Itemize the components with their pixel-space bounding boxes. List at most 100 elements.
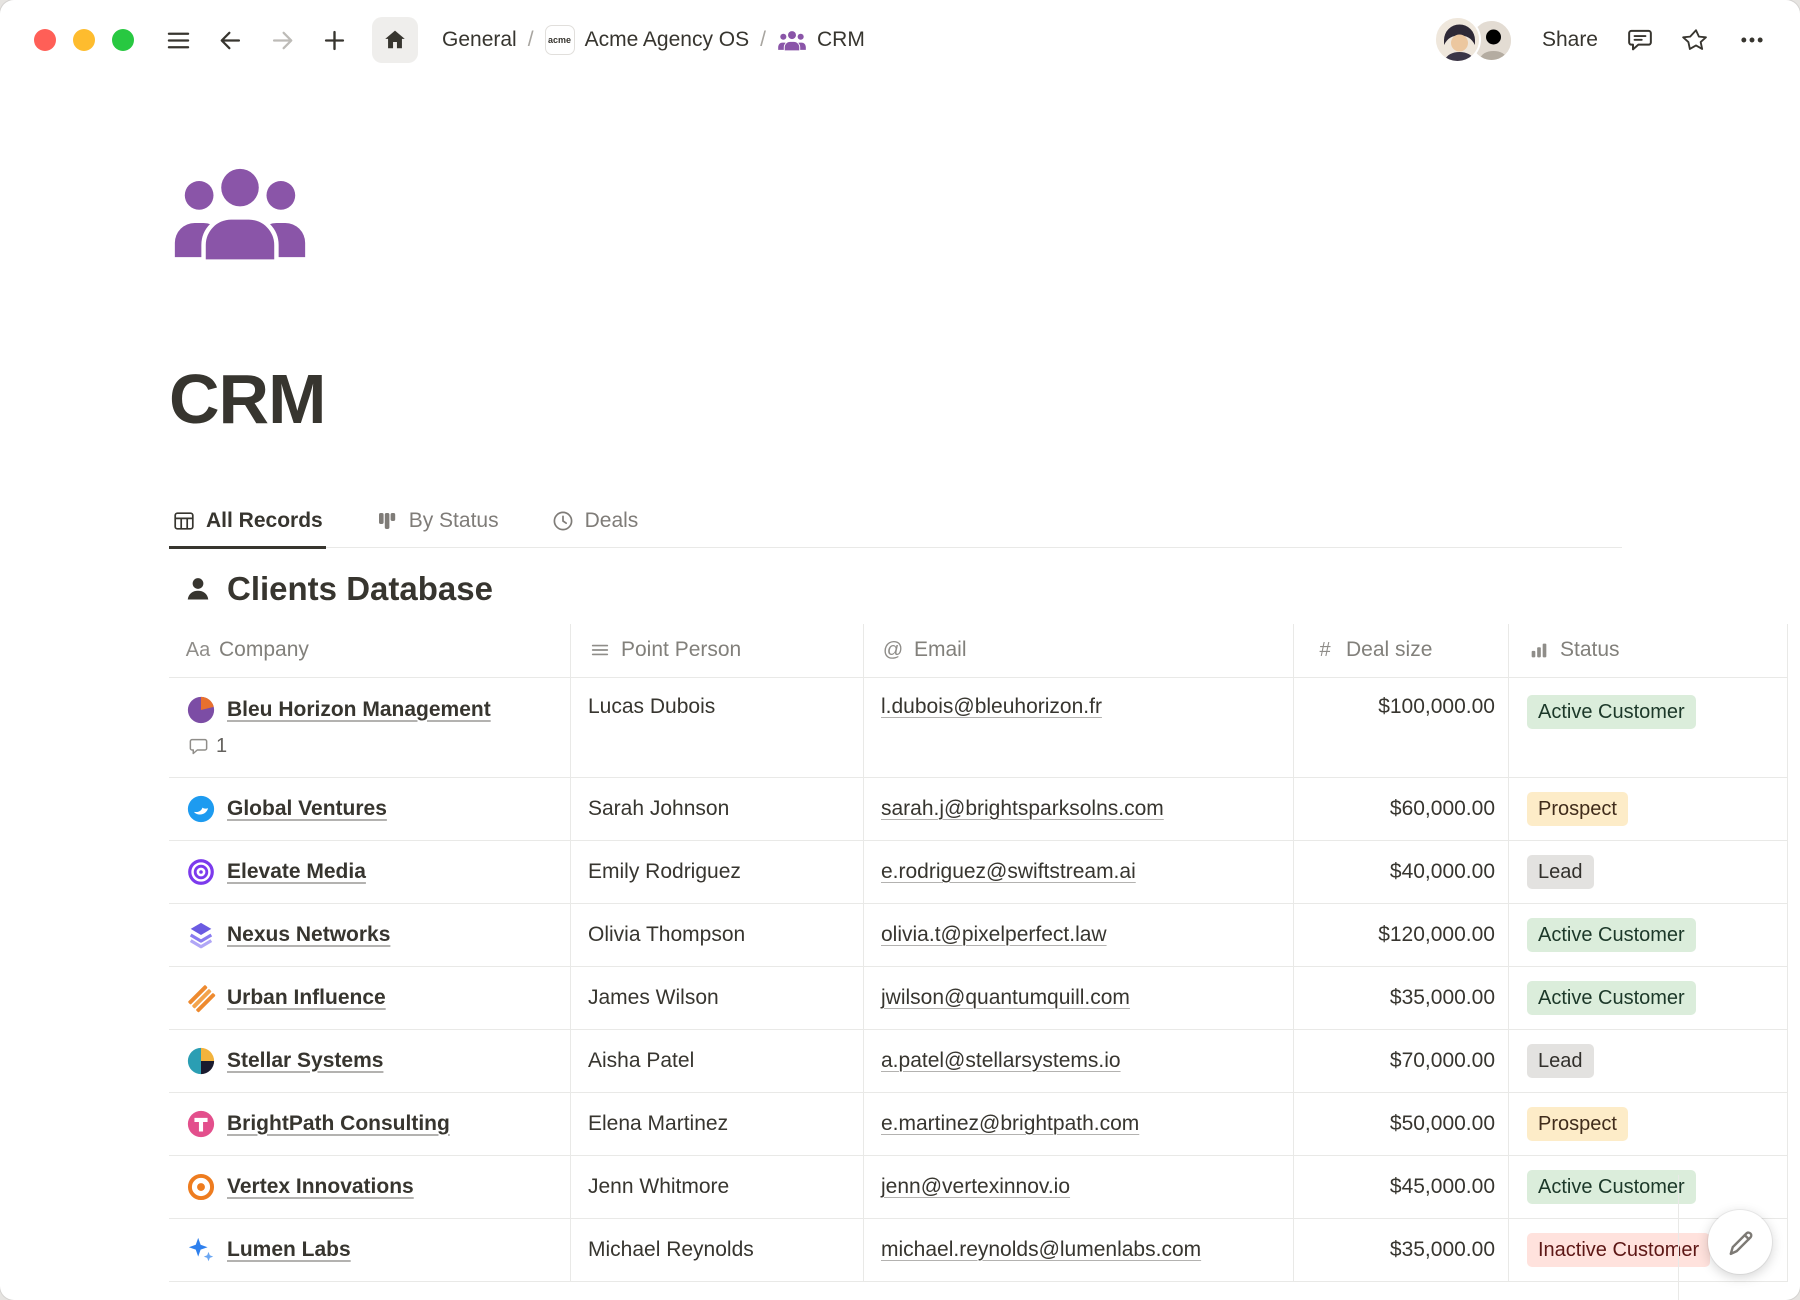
tab-all-records[interactable]: All Records [169,499,326,549]
point-person-cell[interactable]: James Wilson [571,967,864,1029]
email-link[interactable]: a.patel@stellarsystems.io [881,1049,1121,1073]
crm-page-icon-large[interactable] [169,160,311,266]
page-title[interactable]: CRM [169,363,1800,437]
email-cell[interactable]: jwilson@quantumquill.com [864,967,1294,1029]
company-cell[interactable]: Bleu Horizon Management 1 [169,678,571,777]
tab-by-status[interactable]: By Status [372,499,502,547]
point-person-cell[interactable]: Aisha Patel [571,1030,864,1092]
header-point-person[interactable]: Point Person [571,624,864,677]
email-link[interactable]: sarah.j@brightsparksolns.com [881,797,1164,821]
status-badge[interactable]: Lead [1527,855,1594,889]
favorite-star-icon[interactable] [1682,26,1710,54]
email-link[interactable]: olivia.t@pixelperfect.law [881,923,1107,947]
company-link[interactable]: BrightPath Consulting [227,1112,450,1136]
ai-assistant-button[interactable] [1708,1210,1772,1274]
deal-size-cell[interactable]: $40,000.00 [1294,841,1509,903]
breadcrumb-general[interactable]: General [442,28,517,52]
status-badge[interactable]: Active Customer [1527,981,1696,1015]
point-person-cell[interactable]: Michael Reynolds [571,1219,864,1281]
tab-deals[interactable]: Deals [548,499,642,547]
email-cell[interactable]: e.martinez@brightpath.com [864,1093,1294,1155]
email-cell[interactable]: a.patel@stellarsystems.io [864,1030,1294,1092]
email-link[interactable]: e.martinez@brightpath.com [881,1112,1139,1136]
email-cell[interactable]: e.rodriguez@swiftstream.ai [864,841,1294,903]
company-link[interactable]: Lumen Labs [227,1238,351,1262]
deal-size-cell[interactable]: $60,000.00 [1294,778,1509,840]
point-person-cell[interactable]: Olivia Thompson [571,904,864,966]
point-person-cell[interactable]: Sarah Johnson [571,778,864,840]
avatar[interactable] [1434,16,1481,63]
status-cell[interactable]: Active Customer [1509,1156,1788,1218]
status-cell[interactable]: Active Customer [1509,967,1788,1029]
header-status[interactable]: Status [1509,624,1788,677]
email-cell[interactable]: sarah.j@brightsparksolns.com [864,778,1294,840]
company-cell[interactable]: Elevate Media [169,841,571,903]
status-cell[interactable]: Active Customer [1509,678,1788,777]
status-badge[interactable]: Prospect [1527,1107,1628,1141]
close-button[interactable] [34,29,56,51]
back-icon[interactable] [216,26,244,54]
status-badge[interactable]: Lead [1527,1044,1594,1078]
share-button[interactable]: Share [1542,28,1598,52]
company-link[interactable]: Stellar Systems [227,1049,383,1073]
status-cell[interactable]: Prospect [1509,778,1788,840]
sidebar-toggle-icon[interactable] [164,26,192,54]
breadcrumb-workspace[interactable]: acme Acme Agency OS [545,25,750,55]
point-person-cell[interactable]: Jenn Whitmore [571,1156,864,1218]
company-cell[interactable]: Global Ventures [169,778,571,840]
status-badge[interactable]: Active Customer [1527,1170,1696,1204]
deal-size-cell[interactable]: $70,000.00 [1294,1030,1509,1092]
point-person-cell[interactable]: Emily Rodriguez [571,841,864,903]
deal-size-cell[interactable]: $120,000.00 [1294,904,1509,966]
company-cell[interactable]: Nexus Networks [169,904,571,966]
company-link[interactable]: Bleu Horizon Management [227,698,491,722]
email-cell[interactable]: jenn@vertexinnov.io [864,1156,1294,1218]
deal-size-cell[interactable]: $50,000.00 [1294,1093,1509,1155]
status-badge[interactable]: Active Customer [1527,695,1696,729]
header-email[interactable]: @ Email [864,624,1294,677]
email-cell[interactable]: olivia.t@pixelperfect.law [864,904,1294,966]
company-cell[interactable]: Vertex Innovations [169,1156,571,1218]
company-cell[interactable]: Stellar Systems [169,1030,571,1092]
point-person-cell[interactable]: Lucas Dubois [571,678,864,777]
company-link[interactable]: Global Ventures [227,797,387,821]
status-cell[interactable]: Prospect [1509,1093,1788,1155]
email-cell[interactable]: l.dubois@bleuhorizon.fr [864,678,1294,777]
company-link[interactable]: Nexus Networks [227,923,390,947]
point-person-cell[interactable]: Elena Martinez [571,1093,864,1155]
minimize-button[interactable] [73,29,95,51]
new-tab-icon[interactable] [320,26,348,54]
header-company[interactable]: Aa Company [169,624,571,677]
more-options-icon[interactable] [1738,26,1766,54]
company-cell[interactable]: Lumen Labs [169,1219,571,1281]
status-cell[interactable]: Active Customer [1509,904,1788,966]
company-link[interactable]: Urban Influence [227,986,386,1010]
home-button[interactable] [372,17,418,63]
deal-size-cell[interactable]: $100,000.00 [1294,678,1509,777]
email-link[interactable]: e.rodriguez@swiftstream.ai [881,860,1136,884]
forward-icon[interactable] [268,26,296,54]
email-link[interactable]: jwilson@quantumquill.com [881,986,1130,1010]
comments-icon[interactable] [1626,26,1654,54]
breadcrumb-crm[interactable]: CRM [777,28,865,52]
email-link[interactable]: l.dubois@bleuhorizon.fr [881,695,1102,719]
status-cell[interactable]: Lead [1509,841,1788,903]
email-cell[interactable]: michael.reynolds@lumenlabs.com [864,1219,1294,1281]
database-title[interactable]: Clients Database [183,570,1800,608]
comment-count[interactable]: 1 [188,735,491,758]
company-cell[interactable]: Urban Influence [169,967,571,1029]
status-badge[interactable]: Inactive Customer [1527,1233,1710,1267]
header-deal-size[interactable]: # Deal size [1294,624,1509,677]
status-badge[interactable]: Active Customer [1527,918,1696,952]
deal-size-cell[interactable]: $35,000.00 [1294,1219,1509,1281]
status-badge[interactable]: Prospect [1527,792,1628,826]
email-link[interactable]: michael.reynolds@lumenlabs.com [881,1238,1201,1262]
company-cell[interactable]: BrightPath Consulting [169,1093,571,1155]
email-link[interactable]: jenn@vertexinnov.io [881,1175,1070,1199]
company-link[interactable]: Vertex Innovations [227,1175,414,1199]
status-cell[interactable]: Lead [1509,1030,1788,1092]
zoom-button[interactable] [112,29,134,51]
company-link[interactable]: Elevate Media [227,860,366,884]
deal-size-cell[interactable]: $35,000.00 [1294,967,1509,1029]
deal-size-cell[interactable]: $45,000.00 [1294,1156,1509,1218]
